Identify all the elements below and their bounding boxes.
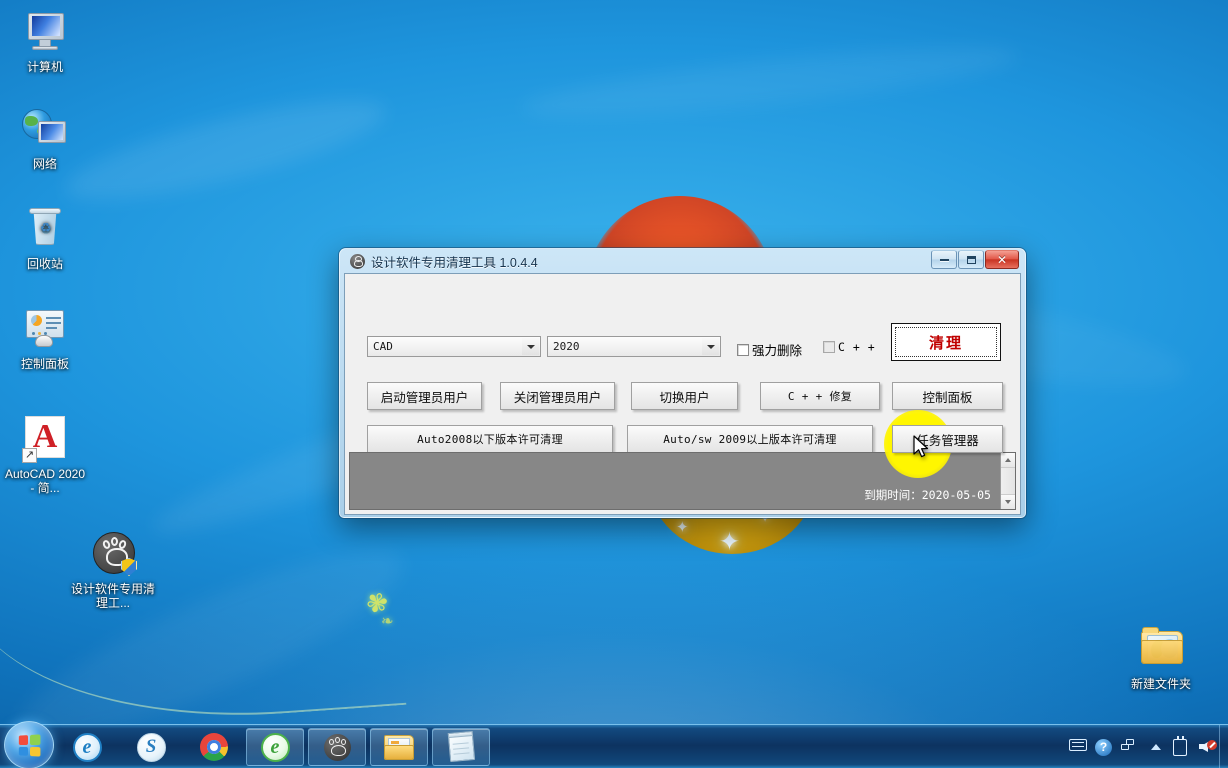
window-title: 设计软件专用清理工具 1.0.4.4 [371,255,538,270]
desktop-icon-label: 控制面板 [20,357,69,371]
desktop-icon-label: 计算机 [26,60,63,74]
wallpaper-sparkle-icon: ✦ [719,528,740,556]
desktop-icon-folder-partial[interactable] [1206,625,1228,677]
control-panel-icon [21,305,69,353]
desktop-icon-label: 新建文件夹 [1130,677,1191,691]
control-panel-button[interactable]: 控制面板 [892,382,1003,410]
window-titlebar[interactable]: 设计软件专用清理工具 1.0.4.4 ✕ [344,249,1021,273]
taskbar-item-windows-explorer[interactable] [370,728,428,766]
desktop-icon-recycle-bin[interactable]: ♻ 回收站 [2,205,88,271]
desktop-icon-label: 设计软件专用清理工... [70,582,155,610]
close-button[interactable]: ✕ [985,250,1019,269]
paw-icon [89,530,137,578]
desktop-background[interactable]: ✦ ✦ ✦ ✾ ❧ 计算机 网络 ♻ 回收站 控制面板 A ↗ AutoCAD … [0,0,1228,724]
windows-logo-icon [18,733,41,757]
wallpaper-light-streak [57,80,393,220]
volume-muted-icon[interactable] [1199,739,1217,756]
system-tray[interactable]: ? [1069,725,1224,768]
software-select[interactable]: CAD [367,336,541,357]
notepad-icon [447,730,475,762]
cleaning-tool-window[interactable]: 设计软件专用清理工具 1.0.4.4 ✕ CAD 2020 强力删除 C + +… [339,248,1026,518]
network-icon [21,105,69,153]
taskbar-sogou-browser[interactable]: S [132,728,170,766]
scroll-down-icon[interactable] [1001,494,1015,509]
taskbar-item-360-browser[interactable]: e [246,728,304,766]
internet-explorer-icon: e [72,732,102,762]
window-client-area: CAD 2020 强力删除 C + + 清理 启动管理员用户 关闭管理员用户 切… [344,273,1021,515]
start-admin-user-button[interactable]: 启动管理员用户 [367,382,482,410]
cpp-repair-button[interactable]: C + + 修复 [760,382,880,410]
version-select-value: 2020 [553,340,580,353]
checkbox-box[interactable] [737,343,749,356]
taskbar-internet-explorer[interactable]: e [68,728,106,766]
mouse-cursor [913,435,929,458]
force-delete-checkbox[interactable]: 强力删除 [737,340,802,359]
checkbox-label: C + + [838,340,876,354]
software-select-value: CAD [373,340,393,353]
desktop-icon-cleaning-tool[interactable]: 设计软件专用清理工... [70,530,156,610]
desktop-icon-computer[interactable]: 计算机 [2,8,88,74]
button-label: 切换用户 [659,390,710,405]
cpp-checkbox[interactable]: C + + [823,340,875,354]
button-label: C + + 修复 [787,390,853,403]
wallpaper-sparkle-icon: ✦ [676,519,689,536]
paw-icon [350,253,365,269]
autocad-icon: A ↗ [21,415,69,463]
auto-sw-2009-license-clean-button[interactable]: Auto/sw 2009以上版本许可清理 [627,425,873,453]
focus-outline [895,327,997,357]
computer-icon [21,8,69,56]
desktop-icon-label: 网络 [32,157,57,171]
button-label: 启动管理员用户 [380,390,469,405]
taskbar-chrome-browser[interactable] [195,728,233,766]
wallpaper-light-streak [519,33,1021,131]
checkbox-label: 强力删除 [752,344,803,358]
taskbar-item-cleaning-tool[interactable] [308,728,366,766]
switch-user-button[interactable]: 切换用户 [631,382,738,410]
start-button[interactable] [4,721,54,768]
help-icon[interactable]: ? [1095,738,1112,756]
stop-admin-user-button[interactable]: 关闭管理员用户 [500,382,615,410]
version-select[interactable]: 2020 [547,336,721,357]
shortcut-arrow-icon: ↗ [22,448,37,463]
chevron-down-icon[interactable] [702,338,719,355]
clean-button[interactable]: 清理 [891,323,1001,361]
log-scrollbar[interactable] [1000,453,1015,509]
desktop-icon-network[interactable]: 网络 [2,105,88,171]
desktop-icon-label: AutoCAD 2020 - 简... [4,467,86,495]
minimize-button[interactable] [931,250,957,269]
recycle-bin-icon: ♻ [21,205,69,253]
network-icon[interactable] [1121,738,1138,756]
task-manager-button[interactable]: 任务管理器 [892,425,1003,453]
desktop-icon-autocad[interactable]: A ↗ AutoCAD 2020 - 简... [2,415,88,495]
button-label: 控制面板 [922,390,973,405]
taskbar[interactable]: e S e ? [0,721,1228,768]
auto2008-license-clean-button[interactable]: Auto2008以下版本许可清理 [367,425,613,453]
360-browser-icon: e [260,732,290,762]
power-icon[interactable] [1173,735,1190,756]
desktop-icon-new-folder[interactable]: 新建文件夹 [1118,625,1204,691]
button-label: Auto2008以下版本许可清理 [417,433,563,446]
button-label: 关闭管理员用户 [513,390,602,405]
chrome-browser-icon [200,733,228,761]
chevron-down-icon[interactable] [522,338,539,355]
desktop-icon-label: 回收站 [26,257,63,271]
scroll-up-icon[interactable] [1001,453,1015,468]
wallpaper-leaf-icon: ❧ [381,613,394,630]
sogou-browser-icon: S [136,732,166,762]
folder-icon [384,734,414,760]
folder-icon [1137,625,1185,673]
shield-icon [121,558,137,576]
expiry-text: 到期时间：2020-05-05 [864,488,991,502]
show-desktop-button[interactable] [1219,725,1228,768]
paw-icon [323,733,351,761]
taskbar-item-notepad[interactable] [432,728,490,766]
checkbox-box[interactable] [823,341,835,353]
desktop-icon-control-panel[interactable]: 控制面板 [2,305,88,371]
maximize-button[interactable] [958,250,984,269]
window-controls[interactable]: ✕ [930,250,1019,269]
show-hidden-icons-icon[interactable] [1147,739,1164,756]
button-label: Auto/sw 2009以上版本许可清理 [663,433,837,446]
ime-keyboard-icon[interactable] [1069,738,1087,756]
